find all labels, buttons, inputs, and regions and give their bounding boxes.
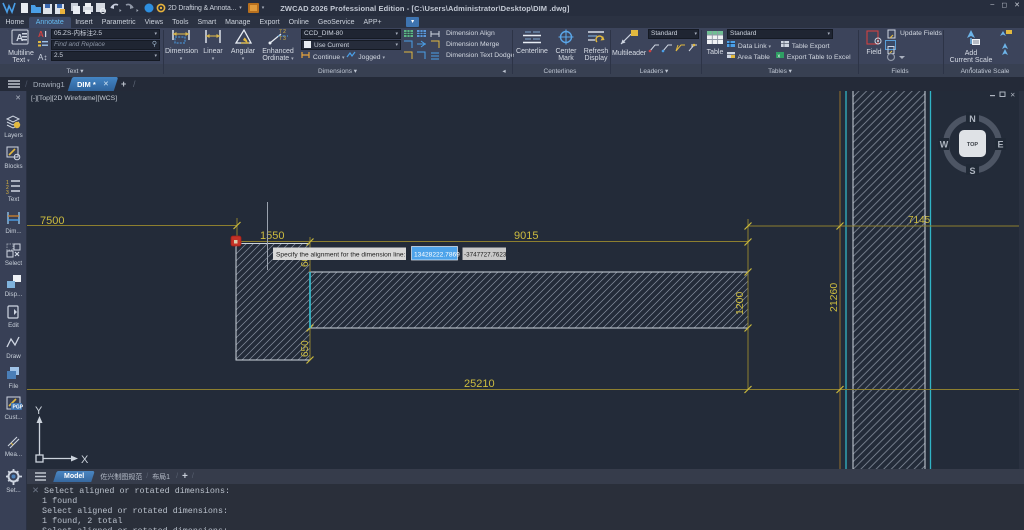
svg-text:TOP: TOP xyxy=(967,142,979,148)
svg-text:13428222.7869: 13428222.7869 xyxy=(414,252,460,259)
svg-text:x: x xyxy=(778,54,781,60)
svg-text:1550: 1550 xyxy=(260,230,284,242)
svg-text:650: 650 xyxy=(300,340,311,357)
svg-text:E: E xyxy=(997,140,1003,150)
svg-text:[-][Top][2D Wireframe][WCS]: [-][Top][2D Wireframe][WCS] xyxy=(31,95,117,102)
svg-text:A: A xyxy=(16,33,23,44)
svg-text:Y: Y xyxy=(35,405,43,417)
svg-text:1200: 1200 xyxy=(734,291,746,315)
svg-text:S: S xyxy=(969,166,975,176)
svg-text:25210: 25210 xyxy=(464,378,495,390)
svg-text:-3747727.7623: -3747727.7623 xyxy=(464,252,507,259)
svg-text:A: A xyxy=(38,30,44,39)
svg-text:Specify the alignment for the: Specify the alignment for the dimension … xyxy=(276,252,406,259)
svg-text:W: W xyxy=(940,140,949,150)
svg-text:3: 3 xyxy=(6,190,9,194)
svg-text:7 2: 7 2 xyxy=(279,29,286,35)
svg-text:7145: 7145 xyxy=(908,215,931,226)
svg-text:N: N xyxy=(969,114,976,124)
svg-text:PGP: PGP xyxy=(12,405,23,411)
svg-text:✕: ✕ xyxy=(1010,92,1015,99)
svg-text:7500: 7500 xyxy=(40,215,64,227)
svg-text:7 3: 7 3 xyxy=(279,36,286,42)
svg-text:21260: 21260 xyxy=(828,283,840,312)
svg-text:A↕: A↕ xyxy=(38,53,47,61)
svg-text:X: X xyxy=(81,454,89,466)
svg-text:9015: 9015 xyxy=(514,230,538,242)
